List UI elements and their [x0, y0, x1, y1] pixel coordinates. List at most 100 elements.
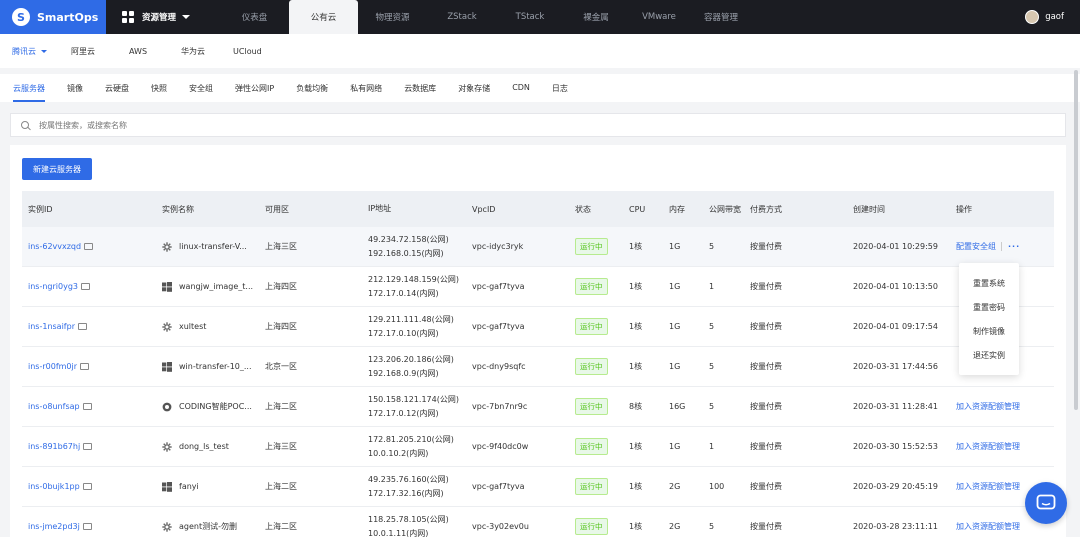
quota-management-link[interactable]: 加入资源配额管理 — [956, 401, 1020, 412]
monitor-icon[interactable] — [83, 443, 93, 450]
menu-create-image[interactable]: 制作镜像 — [959, 319, 1019, 343]
cell-created: 2020-03-31 11:28:41 — [853, 402, 938, 411]
provider-bar: 腾讯云 阿里云 AWS 华为云 UCloud — [0, 34, 1080, 68]
instance-id-link[interactable]: ins-ngri0yg3 — [28, 282, 78, 291]
provider-ucloud[interactable]: UCloud — [217, 47, 274, 56]
config-security-group-link[interactable]: 配置安全组 — [956, 241, 996, 252]
menu-reset-password[interactable]: 重置密码 — [959, 295, 1019, 319]
topnav-container[interactable]: 容器管理 — [689, 0, 753, 34]
tab-database[interactable]: 云数据库 — [404, 74, 436, 102]
cell-payment: 按量付费 — [750, 362, 782, 371]
table-row[interactable]: ins-0bujk1pp fanyi 上海二区 49.235.76.160(公网… — [22, 467, 1054, 507]
cell-instance-id: ins-1nsaifpr — [22, 322, 156, 331]
monitor-icon[interactable] — [80, 363, 90, 370]
table-row[interactable]: ins-1nsaifpr xultest 上海四区 129.211.111.48… — [22, 307, 1054, 347]
scrollbar[interactable] — [1074, 70, 1078, 410]
table-row[interactable]: ins-r00fm0jr win-transfer-10_... 北京一区 12… — [22, 347, 1054, 387]
instance-id-link[interactable]: ins-0bujk1pp — [28, 482, 80, 491]
private-ip: 192.168.0.15(内网) — [368, 248, 444, 258]
cell-memory: 1G — [669, 362, 681, 371]
provider-aliyun[interactable]: 阿里云 — [59, 46, 107, 57]
col-instance-id: 实例ID — [28, 204, 53, 214]
status-badge: 运行中 — [575, 438, 608, 455]
private-ip: 172.17.0.14(内网) — [368, 288, 439, 298]
topnav-public-cloud[interactable]: 公有云 — [289, 0, 358, 34]
menu-return-instance[interactable]: 退还实例 — [959, 343, 1019, 367]
cell-cpu: 1核 — [629, 362, 643, 371]
tab-image[interactable]: 镜像 — [67, 74, 83, 102]
tab-object-storage[interactable]: 对象存储 — [458, 74, 490, 102]
avatar — [1025, 10, 1040, 24]
cell-instance-name: CODING智能POC... — [156, 401, 259, 412]
table-row[interactable]: ins-jme2pd3j agent测试-勿删 上海二区 118.25.78.1… — [22, 507, 1054, 537]
table-row[interactable]: ins-62vvxzqd linux-transfer-V... 上海三区 49… — [22, 227, 1054, 267]
search-input[interactable] — [39, 120, 439, 130]
monitor-icon[interactable] — [84, 243, 94, 250]
private-ip: 172.17.0.12(内网) — [368, 408, 439, 418]
monitor-icon[interactable] — [82, 523, 92, 530]
instance-id-link[interactable]: ins-jme2pd3j — [28, 522, 80, 531]
tab-security-group[interactable]: 安全组 — [189, 74, 213, 102]
monitor-icon[interactable] — [81, 283, 90, 290]
tab-snapshot[interactable]: 快照 — [151, 74, 167, 102]
topnav-baremetal[interactable]: 裸金属 — [563, 0, 629, 34]
chat-button[interactable] — [1025, 482, 1067, 524]
monitor-icon[interactable] — [82, 403, 92, 410]
tab-cvm[interactable]: 云服务器 — [13, 74, 45, 102]
col-cpu: CPU — [629, 204, 646, 214]
tab-disk[interactable]: 云硬盘 — [105, 74, 129, 102]
cell-instance-id: ins-0bujk1pp — [22, 482, 156, 491]
provider-aws[interactable]: AWS — [107, 47, 159, 56]
instance-id-link[interactable]: ins-o8unfsap — [28, 402, 80, 411]
topnav-zstack[interactable]: ZStack — [427, 0, 497, 34]
quota-management-link[interactable]: 加入资源配额管理 — [956, 481, 1020, 492]
cell-status: 运行中 — [569, 358, 623, 375]
resource-menu-toggle[interactable]: 资源管理 — [106, 11, 206, 23]
table-body: ins-62vvxzqd linux-transfer-V... 上海三区 49… — [22, 227, 1054, 537]
tab-cdn[interactable]: CDN — [512, 74, 530, 102]
tab-eip[interactable]: 弹性公网IP — [235, 74, 274, 102]
provider-tencent[interactable]: 腾讯云 — [0, 46, 59, 57]
quota-management-link[interactable]: 加入资源配额管理 — [956, 441, 1020, 452]
cell-vpc: vpc-gaf7tyva — [472, 482, 525, 491]
cell-memory: 16G — [669, 402, 686, 411]
cell-zone: 上海二区 — [265, 402, 297, 411]
logo-mark: S — [12, 8, 30, 26]
tab-vpc[interactable]: 私有网络 — [350, 74, 382, 102]
topnav-physical[interactable]: 物理资源 — [358, 0, 427, 34]
new-server-button[interactable]: 新建云服务器 — [22, 158, 92, 180]
table-row[interactable]: ins-o8unfsap CODING智能POC... 上海二区 150.158… — [22, 387, 1054, 427]
quota-management-link[interactable]: 加入资源配额管理 — [956, 521, 1020, 532]
cell-zone: 上海三区 — [265, 242, 297, 251]
logo-text: SmartOps — [37, 10, 99, 24]
instance-id-link[interactable]: ins-62vvxzqd — [28, 242, 81, 251]
tab-load-balancer[interactable]: 负载均衡 — [296, 74, 328, 102]
table-row[interactable]: ins-ngri0yg3 wangjw_image_t... 上海四区 212.… — [22, 267, 1054, 307]
topnav-vmware[interactable]: VMware — [629, 0, 689, 34]
cell-status: 运行中 — [569, 438, 623, 455]
instance-id-link[interactable]: ins-r00fm0jr — [28, 362, 77, 371]
monitor-icon[interactable] — [82, 483, 92, 490]
more-icon[interactable]: ··· — [1008, 242, 1020, 251]
top-navbar: S SmartOps 资源管理 仪表盘 公有云 物理资源 ZStack TSta… — [0, 0, 1080, 34]
app-logo[interactable]: S SmartOps — [0, 0, 106, 34]
topnav-tstack[interactable]: TStack — [497, 0, 563, 34]
cell-instance-name: xultest — [156, 321, 259, 332]
instance-name: fanyi — [179, 482, 199, 491]
topnav-dashboard[interactable]: 仪表盘 — [220, 0, 289, 34]
cell-memory: 1G — [669, 282, 681, 291]
cell-cpu: 1核 — [629, 442, 643, 451]
col-bandwidth: 公网带宽 — [709, 204, 741, 214]
menu-reset-system[interactable]: 重置系统 — [959, 271, 1019, 295]
cell-actions: 配置安全组 ··· — [950, 241, 1054, 252]
user-menu[interactable]: gaof — [1025, 0, 1064, 34]
provider-huawei[interactable]: 华为云 — [159, 46, 217, 57]
public-ip: 49.234.72.158(公网) — [368, 234, 449, 244]
tab-log[interactable]: 日志 — [552, 74, 568, 102]
instance-id-link[interactable]: ins-1nsaifpr — [28, 322, 75, 331]
instance-id-link[interactable]: ins-891b67hj — [28, 442, 80, 451]
monitor-icon[interactable] — [77, 323, 87, 330]
table-row[interactable]: ins-891b67hj dong_ls_test 上海三区 172.81.20… — [22, 427, 1054, 467]
resource-menu-label: 资源管理 — [142, 13, 177, 23]
instance-name: win-transfer-10_... — [179, 362, 252, 371]
